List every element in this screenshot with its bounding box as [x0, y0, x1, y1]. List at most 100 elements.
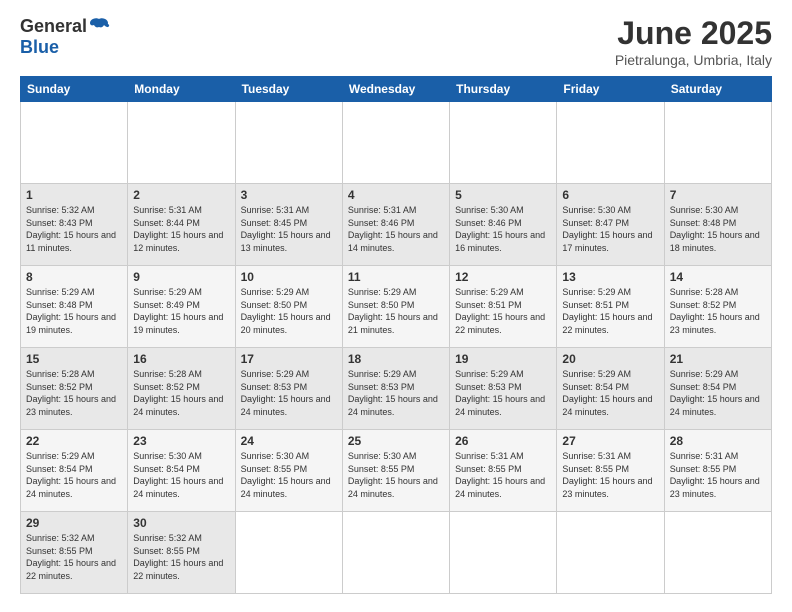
day-info: Sunrise: 5:29 AM Sunset: 8:51 PM Dayligh…: [562, 286, 658, 336]
day-cell: 16 Sunrise: 5:28 AM Sunset: 8:52 PM Dayl…: [128, 348, 235, 430]
header-row: Sunday Monday Tuesday Wednesday Thursday…: [21, 77, 772, 102]
day-info: Sunrise: 5:32 AM Sunset: 8:55 PM Dayligh…: [133, 532, 229, 582]
day-number: 1: [26, 188, 122, 202]
week-row-2: 8 Sunrise: 5:29 AM Sunset: 8:48 PM Dayli…: [21, 266, 772, 348]
day-cell: [342, 512, 449, 594]
day-number: 19: [455, 352, 551, 366]
day-info: Sunrise: 5:30 AM Sunset: 8:47 PM Dayligh…: [562, 204, 658, 254]
col-thursday: Thursday: [450, 77, 557, 102]
logo-general-text: General: [20, 16, 87, 37]
day-cell: 7 Sunrise: 5:30 AM Sunset: 8:48 PM Dayli…: [664, 184, 771, 266]
week-row-1: 1 Sunrise: 5:32 AM Sunset: 8:43 PM Dayli…: [21, 184, 772, 266]
day-info: Sunrise: 5:29 AM Sunset: 8:49 PM Dayligh…: [133, 286, 229, 336]
day-number: 21: [670, 352, 766, 366]
day-cell: 5 Sunrise: 5:30 AM Sunset: 8:46 PM Dayli…: [450, 184, 557, 266]
day-info: Sunrise: 5:28 AM Sunset: 8:52 PM Dayligh…: [133, 368, 229, 418]
col-tuesday: Tuesday: [235, 77, 342, 102]
day-info: Sunrise: 5:32 AM Sunset: 8:55 PM Dayligh…: [26, 532, 122, 582]
day-info: Sunrise: 5:31 AM Sunset: 8:55 PM Dayligh…: [455, 450, 551, 500]
day-cell: 20 Sunrise: 5:29 AM Sunset: 8:54 PM Dayl…: [557, 348, 664, 430]
calendar-subtitle: Pietralunga, Umbria, Italy: [615, 52, 772, 68]
day-cell: 19 Sunrise: 5:29 AM Sunset: 8:53 PM Dayl…: [450, 348, 557, 430]
day-cell: [557, 512, 664, 594]
day-cell: 29 Sunrise: 5:32 AM Sunset: 8:55 PM Dayl…: [21, 512, 128, 594]
logo-blue-text: Blue: [20, 37, 111, 58]
day-number: 30: [133, 516, 229, 530]
day-number: 10: [241, 270, 337, 284]
day-number: 2: [133, 188, 229, 202]
day-cell: [450, 102, 557, 184]
title-block: June 2025 Pietralunga, Umbria, Italy: [615, 15, 772, 68]
day-cell: 11 Sunrise: 5:29 AM Sunset: 8:50 PM Dayl…: [342, 266, 449, 348]
day-cell: 28 Sunrise: 5:31 AM Sunset: 8:55 PM Dayl…: [664, 430, 771, 512]
day-cell: 18 Sunrise: 5:29 AM Sunset: 8:53 PM Dayl…: [342, 348, 449, 430]
col-wednesday: Wednesday: [342, 77, 449, 102]
day-number: 26: [455, 434, 551, 448]
day-cell: 3 Sunrise: 5:31 AM Sunset: 8:45 PM Dayli…: [235, 184, 342, 266]
header: General Blue June 2025 Pietralunga, Umbr…: [20, 15, 772, 68]
day-info: Sunrise: 5:30 AM Sunset: 8:54 PM Dayligh…: [133, 450, 229, 500]
calendar-table: Sunday Monday Tuesday Wednesday Thursday…: [20, 76, 772, 594]
day-cell: [557, 102, 664, 184]
col-friday: Friday: [557, 77, 664, 102]
day-cell: 8 Sunrise: 5:29 AM Sunset: 8:48 PM Dayli…: [21, 266, 128, 348]
day-cell: 10 Sunrise: 5:29 AM Sunset: 8:50 PM Dayl…: [235, 266, 342, 348]
day-info: Sunrise: 5:29 AM Sunset: 8:50 PM Dayligh…: [348, 286, 444, 336]
day-info: Sunrise: 5:31 AM Sunset: 8:55 PM Dayligh…: [670, 450, 766, 500]
day-cell: 25 Sunrise: 5:30 AM Sunset: 8:55 PM Dayl…: [342, 430, 449, 512]
day-cell: 1 Sunrise: 5:32 AM Sunset: 8:43 PM Dayli…: [21, 184, 128, 266]
day-info: Sunrise: 5:30 AM Sunset: 8:55 PM Dayligh…: [348, 450, 444, 500]
day-cell: 22 Sunrise: 5:29 AM Sunset: 8:54 PM Dayl…: [21, 430, 128, 512]
day-number: 14: [670, 270, 766, 284]
day-number: 18: [348, 352, 444, 366]
day-cell: 12 Sunrise: 5:29 AM Sunset: 8:51 PM Dayl…: [450, 266, 557, 348]
day-cell: 17 Sunrise: 5:29 AM Sunset: 8:53 PM Dayl…: [235, 348, 342, 430]
day-number: 29: [26, 516, 122, 530]
day-number: 15: [26, 352, 122, 366]
day-info: Sunrise: 5:29 AM Sunset: 8:53 PM Dayligh…: [455, 368, 551, 418]
day-cell: 24 Sunrise: 5:30 AM Sunset: 8:55 PM Dayl…: [235, 430, 342, 512]
day-number: 7: [670, 188, 766, 202]
day-cell: 14 Sunrise: 5:28 AM Sunset: 8:52 PM Dayl…: [664, 266, 771, 348]
day-info: Sunrise: 5:31 AM Sunset: 8:55 PM Dayligh…: [562, 450, 658, 500]
day-cell: 23 Sunrise: 5:30 AM Sunset: 8:54 PM Dayl…: [128, 430, 235, 512]
day-cell: [450, 512, 557, 594]
day-info: Sunrise: 5:29 AM Sunset: 8:51 PM Dayligh…: [455, 286, 551, 336]
day-number: 24: [241, 434, 337, 448]
day-cell: 15 Sunrise: 5:28 AM Sunset: 8:52 PM Dayl…: [21, 348, 128, 430]
day-cell: [128, 102, 235, 184]
day-number: 22: [26, 434, 122, 448]
day-info: Sunrise: 5:31 AM Sunset: 8:45 PM Dayligh…: [241, 204, 337, 254]
week-row-4: 22 Sunrise: 5:29 AM Sunset: 8:54 PM Dayl…: [21, 430, 772, 512]
day-cell: 27 Sunrise: 5:31 AM Sunset: 8:55 PM Dayl…: [557, 430, 664, 512]
col-sunday: Sunday: [21, 77, 128, 102]
day-cell: 26 Sunrise: 5:31 AM Sunset: 8:55 PM Dayl…: [450, 430, 557, 512]
day-info: Sunrise: 5:30 AM Sunset: 8:55 PM Dayligh…: [241, 450, 337, 500]
day-number: 16: [133, 352, 229, 366]
day-cell: 6 Sunrise: 5:30 AM Sunset: 8:47 PM Dayli…: [557, 184, 664, 266]
day-cell: [21, 102, 128, 184]
day-info: Sunrise: 5:32 AM Sunset: 8:43 PM Dayligh…: [26, 204, 122, 254]
day-cell: [664, 102, 771, 184]
day-cell: 30 Sunrise: 5:32 AM Sunset: 8:55 PM Dayl…: [128, 512, 235, 594]
day-info: Sunrise: 5:30 AM Sunset: 8:48 PM Dayligh…: [670, 204, 766, 254]
day-cell: 21 Sunrise: 5:29 AM Sunset: 8:54 PM Dayl…: [664, 348, 771, 430]
week-row-5: 29 Sunrise: 5:32 AM Sunset: 8:55 PM Dayl…: [21, 512, 772, 594]
col-saturday: Saturday: [664, 77, 771, 102]
day-info: Sunrise: 5:29 AM Sunset: 8:54 PM Dayligh…: [26, 450, 122, 500]
day-info: Sunrise: 5:31 AM Sunset: 8:44 PM Dayligh…: [133, 204, 229, 254]
week-row-0: [21, 102, 772, 184]
logo: General Blue: [20, 15, 111, 58]
day-cell: 4 Sunrise: 5:31 AM Sunset: 8:46 PM Dayli…: [342, 184, 449, 266]
col-monday: Monday: [128, 77, 235, 102]
week-row-3: 15 Sunrise: 5:28 AM Sunset: 8:52 PM Dayl…: [21, 348, 772, 430]
page: General Blue June 2025 Pietralunga, Umbr…: [0, 0, 792, 612]
day-number: 23: [133, 434, 229, 448]
logo-bird-icon: [88, 15, 110, 37]
day-cell: 13 Sunrise: 5:29 AM Sunset: 8:51 PM Dayl…: [557, 266, 664, 348]
day-info: Sunrise: 5:31 AM Sunset: 8:46 PM Dayligh…: [348, 204, 444, 254]
day-cell: [235, 102, 342, 184]
day-number: 8: [26, 270, 122, 284]
day-cell: [342, 102, 449, 184]
day-number: 5: [455, 188, 551, 202]
